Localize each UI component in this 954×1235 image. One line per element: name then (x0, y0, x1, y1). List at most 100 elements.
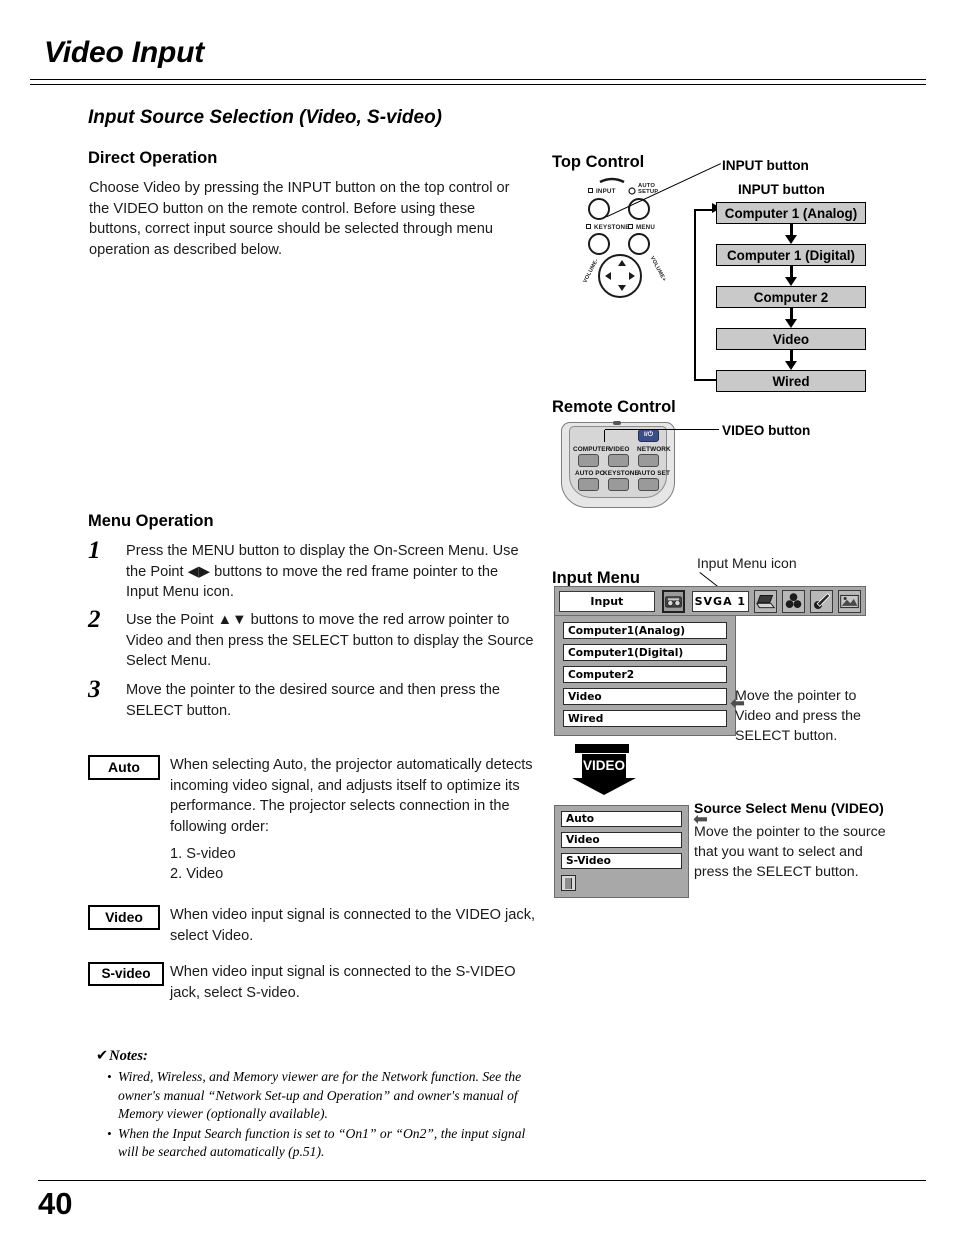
note-item: When the Input Search function is set to… (107, 1125, 526, 1162)
flow-arrow (716, 350, 866, 370)
top-control-label-menu: MENU (636, 224, 656, 231)
top-control-label-input: INPUT (596, 188, 616, 195)
point-up-icon[interactable] (618, 260, 626, 266)
color-adjust-glyph-icon (785, 592, 802, 608)
menu-step-3: 3 Move the pointer to the desired source… (88, 676, 534, 721)
flow-arrow (716, 308, 866, 328)
computer-menu-icon[interactable] (754, 589, 777, 613)
osd-list-item-video[interactable]: Video (563, 688, 727, 705)
remote-video-button[interactable] (608, 454, 629, 467)
definition-svideo: S-video When video input signal is conne… (88, 962, 538, 1003)
remote-indicator-icon (613, 421, 621, 425)
remote-computer-button[interactable] (578, 454, 599, 467)
flow-feedback-loop (694, 209, 718, 381)
top-control-keystone-button[interactable] (588, 233, 610, 255)
definition-text-auto: When selecting Auto, the projector autom… (170, 757, 533, 835)
flow-item: Computer 2 (716, 286, 866, 308)
remote-label-computer: COMPUTER (573, 446, 611, 453)
definition-text-video: When video input signal is connected to … (170, 907, 536, 944)
top-control-label-keystone: KEYSTONE (594, 224, 630, 231)
manual-page: Video Input Input Source Selection (Vide… (0, 0, 954, 1235)
header-rule (30, 79, 926, 85)
osd-input-list: Computer1(Analog) Computer1(Digital) Com… (554, 616, 736, 736)
osd-menu-bar: Input SVGA 1 (554, 586, 866, 616)
source-select-menu-title: Source Select Menu (VIDEO) (694, 800, 884, 816)
remote-network-button[interactable] (638, 454, 659, 467)
remote-keystone-button[interactable] (608, 478, 629, 491)
source-select-menu-note: Move the pointer to the source that you … (694, 824, 886, 880)
video-down-arrow: VIDEO (572, 754, 636, 795)
definition-tag-auto: Auto (88, 755, 160, 780)
page-title: Video Input (44, 36, 205, 69)
callout-input-menu-icon: Input Menu icon (697, 555, 797, 571)
flow-heading: INPUT button (738, 182, 825, 197)
menu-scroll-bar (575, 744, 629, 753)
menu-step-2: 2 Use the Point ▲▼ buttons to move the r… (88, 606, 534, 672)
definition-text-svideo: When video input signal is connected to … (170, 964, 516, 1001)
callout-leader-video (605, 429, 719, 430)
flow-item: Computer 1 (Digital) (716, 244, 866, 266)
source-item-auto[interactable]: Auto (561, 811, 682, 827)
check-icon: ✔ (96, 1048, 109, 1064)
osd-list-item[interactable]: Wired (563, 710, 727, 727)
remote-auto-pc-button[interactable] (578, 478, 599, 491)
keystone-glyph-icon (586, 224, 591, 229)
remote-control-heading: Remote Control (552, 398, 676, 416)
color-adjust-menu-icon[interactable] (782, 589, 805, 613)
input-menu-icon[interactable] (661, 589, 685, 613)
osd-list-item[interactable]: Computer1(Digital) (563, 644, 727, 661)
arrow-head-icon (572, 778, 636, 795)
flow-item: Video (716, 328, 866, 350)
notes-list: Wired, Wireless, and Memory viewer are f… (96, 1068, 526, 1162)
definition-tag-video: Video (88, 905, 160, 930)
source-item-video[interactable]: Video (561, 832, 682, 848)
input-source-flow-chart: Computer 1 (Analog) Computer 1 (Digital)… (716, 202, 866, 392)
page-number: 40 (38, 1186, 73, 1221)
top-control-menu-button[interactable] (628, 233, 650, 255)
step-number: 3 (88, 676, 101, 703)
remote-control-illustration: I/⏻ COMPUTER VIDEO NETWORK AUTO PC KEYST… (558, 420, 678, 510)
callout-input-button-top: INPUT button (722, 158, 809, 173)
remote-label-auto-pc: AUTO PC (575, 470, 605, 477)
flow-item: Computer 1 (Analog) (716, 202, 866, 224)
definition-auto: Auto When selecting Auto, the projector … (88, 755, 538, 837)
step-number: 1 (88, 537, 101, 564)
auto-order-item-1: 1. S-video (170, 846, 236, 862)
menu-glyph-icon (628, 224, 633, 229)
top-control-illustration: INPUT AUTO SETUP KEYSTONE MENU VOLUME- V… (572, 176, 678, 298)
remote-label-power: I/⏻ (644, 431, 653, 438)
auto-detection-order: 1. S-video 2. Video (170, 845, 236, 884)
remote-label-video: VIDEO (609, 446, 630, 453)
remote-auto-set-button[interactable] (638, 478, 659, 491)
notes-heading-label: Notes: (109, 1048, 148, 1064)
top-control-heading: Top Control (552, 153, 645, 171)
step-text: Use the Point ▲▼ buttons to move the red… (126, 612, 534, 669)
note-item: Wired, Wireless, and Memory viewer are f… (107, 1068, 526, 1124)
screen-menu-icon[interactable] (838, 589, 861, 613)
osd-list-item[interactable]: Computer1(Analog) (563, 622, 727, 639)
computer-menu-glyph-icon (755, 594, 776, 608)
flow-arrow (716, 266, 866, 286)
step-text: Move the pointer to the desired source a… (126, 682, 500, 719)
remote-label-auto-set: AUTO SET (637, 470, 670, 477)
quit-folder-icon[interactable] (561, 875, 576, 891)
point-left-icon[interactable] (605, 272, 611, 280)
remote-label-keystone: KEYSTONE (603, 470, 639, 477)
remote-label-network: NETWORK (637, 446, 671, 453)
section-title: Input Source Selection (Video, S-video) (88, 107, 443, 128)
menu-step-1: 1 Press the MENU button to display the O… (88, 537, 534, 603)
input-menu-glyph-icon (664, 595, 682, 607)
step-number: 2 (88, 606, 101, 633)
source-item-svideo[interactable]: S-Video (561, 853, 682, 869)
input-glyph-icon (588, 188, 593, 193)
point-down-icon[interactable] (618, 285, 626, 291)
video-arrow-label: VIDEO (582, 758, 625, 773)
flow-item: Wired (716, 370, 866, 392)
osd-input-menu-note: Move the pointer to Video and press the … (735, 688, 861, 744)
step-text: Press the MENU button to display the On-… (126, 543, 519, 600)
point-right-icon[interactable] (629, 272, 635, 280)
top-control-point-dial[interactable] (598, 254, 642, 298)
osd-list-item[interactable]: Computer2 (563, 666, 727, 683)
auto-order-item-2: 2. Video (170, 865, 224, 882)
setting-menu-icon[interactable] (810, 589, 833, 613)
